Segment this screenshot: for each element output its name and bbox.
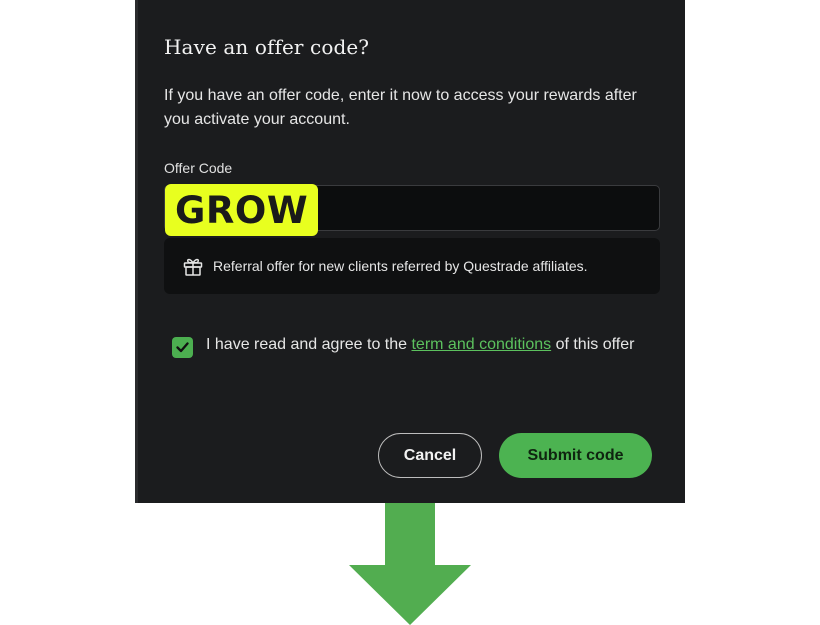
agreement-row: I have read and agree to the term and co… (172, 333, 652, 358)
agreement-text: I have read and agree to the term and co… (206, 333, 652, 357)
dialog-title: Have an offer code? (164, 35, 370, 59)
offer-code-dialog: Have an offer code? If you have an offer… (135, 0, 685, 503)
submit-code-button[interactable]: Submit code (499, 433, 652, 478)
dialog-edge (135, 0, 138, 503)
dialog-description: If you have an offer code, enter it now … (164, 87, 637, 128)
referral-note: Referral offer for new clients referred … (213, 258, 588, 274)
offer-code-label: Offer Code (164, 160, 233, 176)
offer-code-value: GROW (165, 184, 318, 236)
cancel-button[interactable]: Cancel (378, 433, 482, 478)
agreement-text-after: of this offer (551, 336, 635, 353)
screenshot-stage: Have an offer code? If you have an offer… (0, 0, 820, 625)
referral-info-box: Referral offer for new clients referred … (164, 238, 660, 294)
arrow-down-icon (349, 503, 471, 625)
gift-icon (182, 255, 204, 277)
agreement-checkbox[interactable] (172, 337, 193, 358)
checkmark-icon (176, 342, 189, 353)
agreement-text-before: I have read and agree to the (206, 336, 412, 353)
terms-link[interactable]: term and conditions (411, 336, 551, 353)
